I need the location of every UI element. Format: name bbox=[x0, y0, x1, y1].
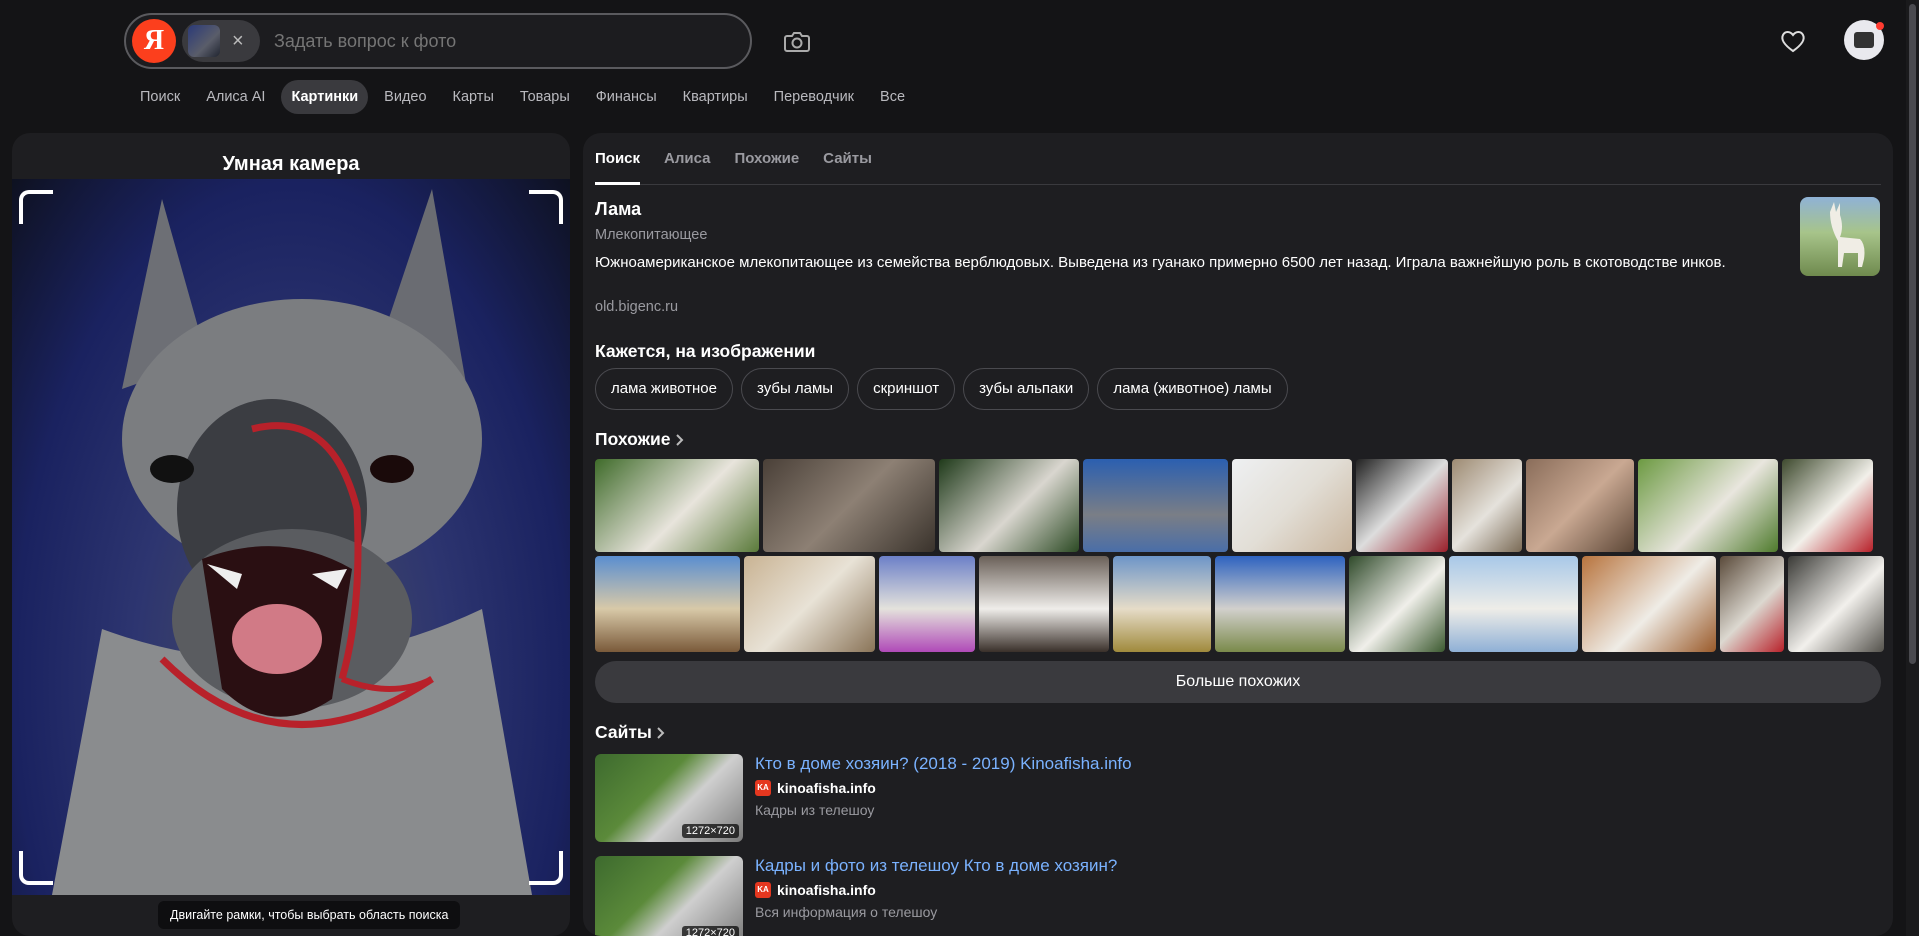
site-snippet: Кадры из телешоу bbox=[755, 802, 875, 818]
entity-source[interactable]: old.bigenc.ru bbox=[595, 299, 678, 315]
site-thumbnail[interactable]: 1272×720 bbox=[595, 856, 743, 936]
site-domain[interactable]: KA kinoafisha.info bbox=[755, 780, 876, 796]
nav-all[interactable]: Все bbox=[870, 80, 915, 114]
similar-image[interactable] bbox=[1449, 556, 1578, 652]
nav-alice[interactable]: Алиса AI bbox=[196, 80, 275, 114]
similar-image[interactable] bbox=[979, 556, 1109, 652]
crop-handle-bottom-right[interactable] bbox=[529, 851, 563, 885]
camera-icon[interactable] bbox=[782, 28, 812, 56]
favicon-icon: KA bbox=[755, 780, 771, 796]
nav-goods[interactable]: Товары bbox=[510, 80, 580, 114]
camera-title: Умная камера bbox=[222, 153, 360, 175]
tag-chip[interactable]: зубы ламы bbox=[740, 368, 850, 410]
notification-dot bbox=[1876, 22, 1884, 30]
similar-heading-link[interactable]: Похожие bbox=[595, 429, 685, 450]
nav-finance[interactable]: Финансы bbox=[586, 80, 667, 114]
entity-subtitle: Млекопитающее bbox=[595, 227, 708, 243]
image-resolution: 1272×720 bbox=[681, 824, 739, 838]
similar-image[interactable] bbox=[1215, 556, 1345, 652]
similar-row-2 bbox=[595, 556, 1884, 652]
tab-sites[interactable]: Сайты bbox=[823, 133, 872, 184]
site-domain-text: kinoafisha.info bbox=[777, 882, 876, 898]
similar-image[interactable] bbox=[1083, 459, 1228, 552]
site-result: 1272×720 Кадры и фото из телешоу Кто в д… bbox=[595, 856, 1881, 936]
site-title-link[interactable]: Кадры и фото из телешоу Кто в доме хозяи… bbox=[755, 856, 1117, 876]
nav-search[interactable]: Поиск bbox=[130, 80, 190, 114]
smart-camera-panel: Умная камера Двигайте рамки, чтобы выбра… bbox=[12, 133, 570, 936]
nav-translate[interactable]: Переводчик bbox=[764, 80, 864, 114]
similar-row-1 bbox=[595, 459, 1873, 552]
similar-image[interactable] bbox=[595, 556, 740, 652]
site-result: 1272×720 Кто в доме хозяин? (2018 - 2019… bbox=[595, 754, 1881, 844]
image-resolution: 1272×720 bbox=[681, 926, 739, 936]
site-title-link[interactable]: Кто в доме хозяин? (2018 - 2019) Kinoafi… bbox=[755, 754, 1132, 774]
sites-heading: Сайты bbox=[595, 722, 652, 742]
entity-title[interactable]: Лама bbox=[595, 199, 641, 220]
more-similar-button[interactable]: Больше похожих bbox=[595, 661, 1881, 703]
query-image-chip[interactable]: × bbox=[182, 20, 260, 62]
similar-image[interactable] bbox=[1349, 556, 1445, 652]
similar-image[interactable] bbox=[1788, 556, 1884, 652]
page-scrollbar[interactable] bbox=[1906, 0, 1919, 936]
similar-image[interactable] bbox=[1782, 459, 1873, 552]
chevron-right-icon bbox=[675, 433, 683, 446]
similar-image[interactable] bbox=[879, 556, 975, 652]
tab-alice[interactable]: Алиса bbox=[664, 133, 710, 184]
crop-handle-top-right[interactable] bbox=[529, 190, 563, 224]
avatar[interactable] bbox=[1844, 20, 1884, 60]
crop-handle-bottom-left[interactable] bbox=[19, 851, 53, 885]
site-domain-text: kinoafisha.info bbox=[777, 780, 876, 796]
tag-chip[interactable]: лама животное bbox=[595, 368, 733, 410]
search-input[interactable] bbox=[274, 30, 694, 52]
heart-icon[interactable] bbox=[1778, 26, 1808, 56]
nav-maps[interactable]: Карты bbox=[443, 80, 504, 114]
favicon-icon: KA bbox=[755, 882, 771, 898]
tab-search[interactable]: Поиск bbox=[595, 133, 641, 185]
similar-image[interactable] bbox=[1582, 556, 1716, 652]
seems-heading: Кажется, на изображении bbox=[595, 341, 816, 361]
site-thumbnail[interactable]: 1272×720 bbox=[595, 754, 743, 842]
site-snippet: Вся информация о телешоу bbox=[755, 904, 938, 920]
similar-image[interactable] bbox=[744, 556, 875, 652]
entity-description: Южноамериканское млекопитающее из семейс… bbox=[595, 254, 1726, 271]
results-tabs: Поиск Алиса Похожие Сайты bbox=[595, 133, 1881, 185]
sites-heading-link[interactable]: Сайты bbox=[595, 722, 666, 743]
similar-image[interactable] bbox=[1452, 459, 1522, 552]
tag-chips: лама животное зубы ламы скриншот зубы ал… bbox=[595, 368, 1288, 410]
search-box[interactable]: Я × bbox=[124, 13, 752, 69]
similar-image[interactable] bbox=[595, 459, 759, 552]
tag-chip[interactable]: скриншот bbox=[857, 368, 956, 410]
site-domain[interactable]: KA kinoafisha.info bbox=[755, 882, 876, 898]
similar-image[interactable] bbox=[1638, 459, 1778, 552]
similar-image[interactable] bbox=[1356, 459, 1448, 552]
chevron-right-icon bbox=[657, 726, 665, 739]
scrollbar-thumb[interactable] bbox=[1909, 4, 1916, 664]
similar-image[interactable] bbox=[1232, 459, 1352, 552]
nav-realty[interactable]: Квартиры bbox=[673, 80, 758, 114]
entity-thumbnail[interactable] bbox=[1800, 197, 1880, 276]
similar-image[interactable] bbox=[1113, 556, 1211, 652]
similar-heading: Похожие bbox=[595, 429, 671, 449]
nav-video[interactable]: Видео bbox=[374, 80, 436, 114]
similar-image[interactable] bbox=[939, 459, 1079, 552]
crop-handle-top-left[interactable] bbox=[19, 190, 53, 224]
tab-similar[interactable]: Похожие bbox=[734, 133, 799, 184]
close-icon[interactable]: × bbox=[232, 30, 244, 53]
query-photo[interactable] bbox=[12, 179, 570, 895]
crop-hint: Двигайте рамки, чтобы выбрать область по… bbox=[158, 901, 461, 929]
similar-image[interactable] bbox=[1526, 459, 1634, 552]
similar-image[interactable] bbox=[1720, 556, 1784, 652]
nav-images[interactable]: Картинки bbox=[281, 80, 369, 114]
tag-chip[interactable]: лама (животное) ламы bbox=[1097, 368, 1288, 410]
query-image-thumbnail bbox=[188, 25, 220, 57]
avatar-image bbox=[1854, 32, 1874, 48]
similar-image[interactable] bbox=[763, 459, 935, 552]
service-nav: Поиск Алиса AI Картинки Видео Карты Това… bbox=[130, 80, 915, 114]
header: Я × Поиск Алиса AI Картинки Видео Карты … bbox=[0, 0, 1919, 120]
yandex-logo[interactable]: Я bbox=[132, 19, 176, 63]
tag-chip[interactable]: зубы альпаки bbox=[963, 368, 1090, 410]
results-panel: Поиск Алиса Похожие Сайты Лама Млекопита… bbox=[583, 133, 1893, 936]
